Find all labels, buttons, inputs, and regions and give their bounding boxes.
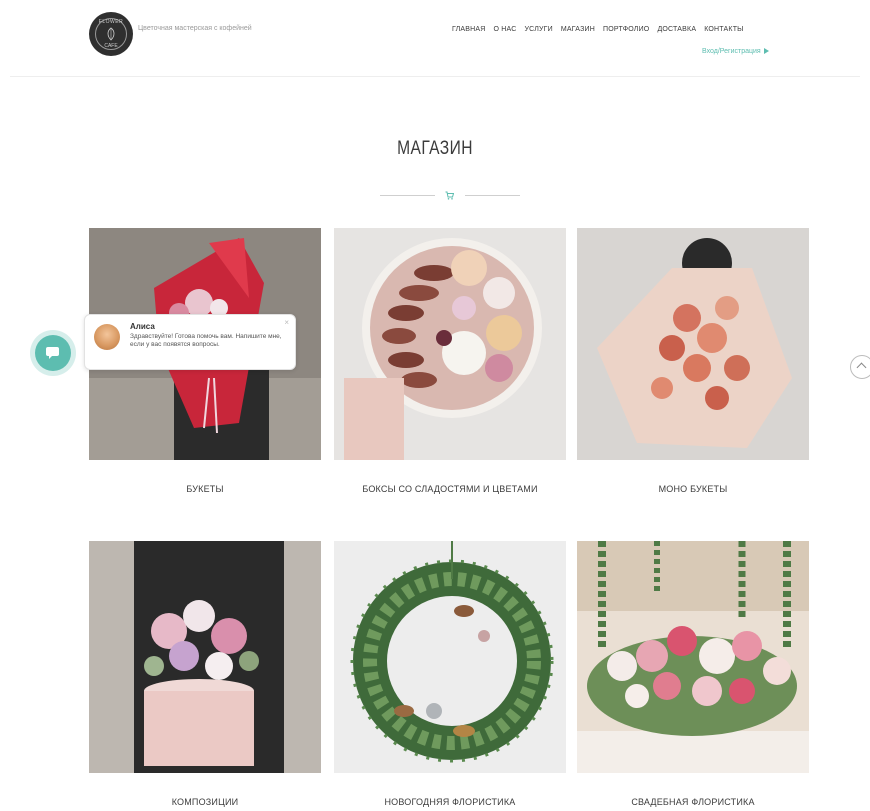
logo[interactable]: FLOWER CAFE <box>89 12 133 56</box>
category-label: БОКСЫ СО СЛАДОСТЯМИ И ЦВЕТАМИ <box>362 484 538 494</box>
logo-text-bottom: CAFE <box>104 43 118 49</box>
nav-item-services[interactable]: УСЛУГИ <box>525 26 553 33</box>
category-label: БУКЕТЫ <box>186 484 224 494</box>
chevron-up-icon <box>856 362 867 373</box>
nav-item-home[interactable]: ГЛАВНАЯ <box>452 26 486 33</box>
nav-item-about[interactable]: О НАС <box>494 26 517 33</box>
chat-button[interactable] <box>35 335 71 371</box>
login-register-label: Вход/Регистрация <box>702 48 761 55</box>
box-macarons-flowers-photo <box>334 228 566 460</box>
christmas-wreath-photo <box>334 541 566 773</box>
nav-item-delivery[interactable]: ДОСТАВКА <box>657 26 696 33</box>
close-icon[interactable]: × <box>284 318 289 327</box>
category-label: СВАДЕБНАЯ ФЛОРИСТИКА <box>631 797 755 807</box>
nav-item-contacts[interactable]: КОНТАКТЫ <box>704 26 743 33</box>
nav-item-portfolio[interactable]: ПОРТФОЛИО <box>603 26 649 33</box>
login-register-link[interactable]: Вход/Регистрация <box>702 48 769 55</box>
title-divider <box>380 191 520 201</box>
avatar <box>94 324 120 350</box>
chat-greeting-popup[interactable]: Алиса Здравствуйте! Готова помочь вам. Н… <box>84 314 296 370</box>
category-label: КОМПОЗИЦИИ <box>171 797 239 807</box>
header-divider <box>10 76 860 77</box>
cart-icon <box>445 191 454 200</box>
site-tagline: Цветочная мастерская с кофейней <box>138 25 252 32</box>
mono-bouquet-photo <box>577 228 809 460</box>
site-header: FLOWER CAFE Цветочная мастерская с кофей… <box>0 0 870 78</box>
nav-item-shop[interactable]: МАГАЗИН <box>561 26 595 33</box>
chat-agent-name: Алиса <box>130 322 155 331</box>
leaf-icon <box>107 27 115 41</box>
category-label: НОВОГОДНЯЯ ФЛОРИСТИКА <box>384 797 516 807</box>
sign-in-icon <box>763 48 769 55</box>
logo-text-top: FLOWER <box>98 19 124 25</box>
composition-hatbox-photo <box>89 541 321 773</box>
category-label: МОНО БУКЕТЫ <box>658 484 728 494</box>
scroll-up-button[interactable] <box>850 355 870 379</box>
main-nav: ГЛАВНАЯ О НАС УСЛУГИ МАГАЗИН ПОРТФОЛИО Д… <box>452 26 744 33</box>
chat-message: Здравствуйте! Готова помочь вам. Напишит… <box>130 333 282 348</box>
wedding-floristry-photo <box>577 541 809 773</box>
page-title: МАГАЗИН <box>397 138 473 159</box>
